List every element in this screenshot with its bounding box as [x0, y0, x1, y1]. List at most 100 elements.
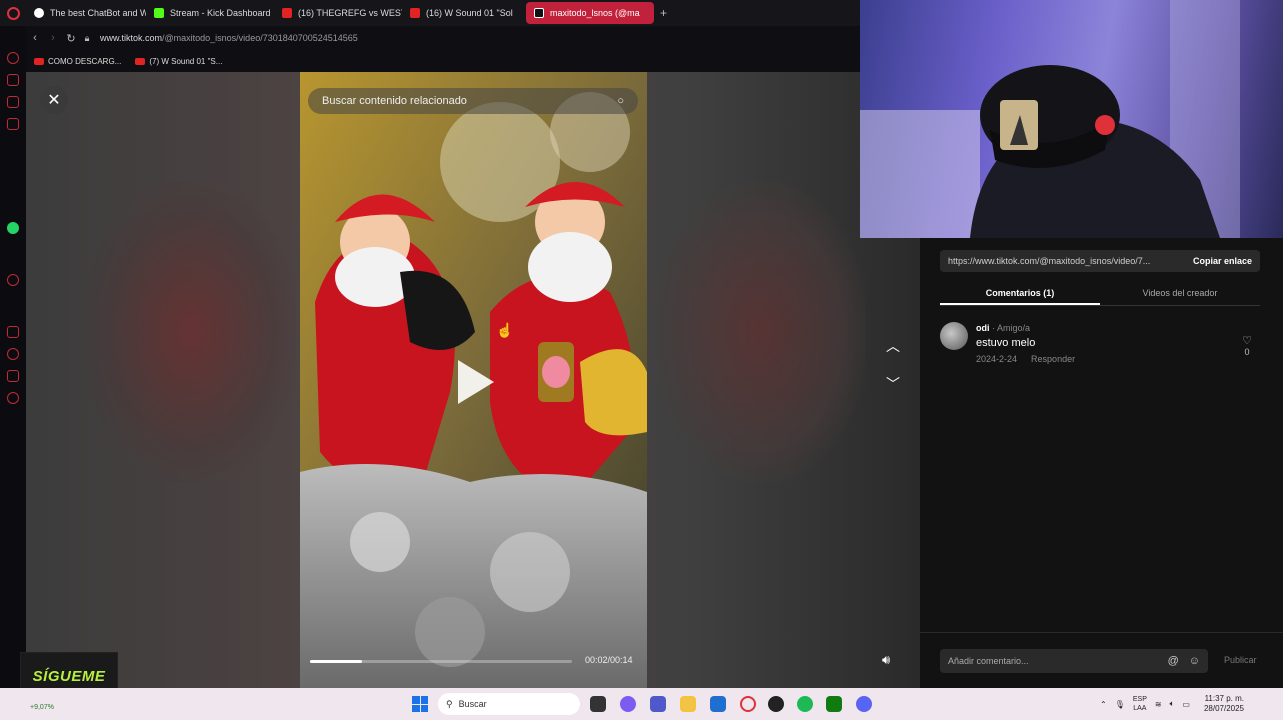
taskbar-search[interactable]: ⚲ Buscar [438, 693, 580, 715]
mention-icon[interactable]: @ [1168, 655, 1179, 667]
url-path: /@maxitodo_isnos/video/73018407005245145… [162, 33, 358, 43]
comment-item: odi · Amigo/a estuvo melo 2024-2-24 Resp… [940, 322, 1260, 372]
sidebar-wallet-icon[interactable] [7, 326, 19, 338]
obs-icon[interactable] [768, 696, 784, 712]
spotify-icon[interactable] [797, 696, 813, 712]
play-icon[interactable] [458, 360, 494, 404]
wifi-icon[interactable]: ≋ [1155, 700, 1162, 709]
tab-youtube-thegrefg[interactable]: (16) THEGREFG vs WEST [274, 2, 402, 24]
webcam-feed [860, 0, 1283, 238]
keyboard-layout: LAA [1133, 705, 1147, 712]
comment-input-placeholder: Añadir comentario... [948, 656, 1029, 666]
comments-panel: https://www.tiktok.com/@maxitodo_isnos/v… [920, 238, 1283, 688]
blurred-background [86, 182, 296, 482]
taskbar-search-label: Buscar [458, 699, 487, 709]
sidebar-history-icon[interactable] [7, 348, 19, 360]
tab-creator-videos[interactable]: Videos del creador [1100, 282, 1260, 305]
comment-username[interactable]: odi [976, 323, 990, 333]
comment-meta: 2024-2-24 Responder [976, 354, 1075, 364]
xbox-icon[interactable] [826, 696, 842, 712]
windows-taskbar: +9,07% ⚲ Buscar ⌃ 🎙︎ ESP LAA ≋ 🔈︎ ▭ 11:3 [0, 688, 1283, 720]
tab-favicon-icon [34, 8, 44, 18]
sidebar-whatsapp-icon[interactable] [7, 222, 19, 234]
stock-widget[interactable]: +9,07% [30, 704, 54, 711]
avatar[interactable] [940, 322, 968, 350]
video-progress-fill [310, 660, 363, 663]
editor-icon[interactable] [710, 696, 726, 712]
sidebar-bag-icon[interactable] [7, 74, 19, 86]
opera-logo-icon[interactable] [0, 0, 26, 26]
new-tab-button[interactable]: + [654, 6, 673, 20]
reload-icon[interactable]: ↻ [62, 32, 80, 45]
battery-icon[interactable]: ▭ [1182, 700, 1190, 709]
browser-sidebar [0, 26, 26, 688]
sidebar-extensions-icon[interactable] [7, 370, 19, 382]
tab-chatbot[interactable]: The best ChatBot and Wri [26, 2, 146, 24]
tab-tiktok-active[interactable]: maxitodo_lsnos (@ma [526, 2, 654, 24]
speaker-icon[interactable]: 🔈︎ [1170, 699, 1175, 709]
bookmark-label: COMO DESCARG... [48, 56, 122, 66]
tab-label: The best ChatBot and Wri [50, 8, 146, 18]
video-time: 00:02/00:14 [585, 655, 633, 665]
browser-tab-bar: The best ChatBot and Wri Stream - Kick D… [0, 0, 860, 26]
language-code: ESP [1132, 696, 1147, 703]
publish-button[interactable]: Publicar [1224, 655, 1257, 665]
heart-icon[interactable]: ♡ [1242, 335, 1252, 347]
file-explorer-icon[interactable] [680, 696, 696, 712]
emoji-icon[interactable]: ☺ [1189, 655, 1200, 667]
kick-favicon-icon [154, 8, 164, 18]
search-icon[interactable]: ○ [617, 95, 624, 107]
reply-button[interactable]: Responder [1031, 354, 1075, 364]
tiktok-favicon-icon [534, 8, 544, 18]
tab-label: maxitodo_lsnos (@ma [550, 8, 640, 18]
sidebar-arrow-icon[interactable] [7, 170, 19, 182]
sidebar-twitch-icon[interactable] [7, 96, 19, 108]
url-field[interactable]: www.tiktok.com/@maxitodo_isnos/video/730… [100, 33, 358, 43]
tab-comments[interactable]: Comentarios (1) [940, 282, 1100, 305]
language-indicator[interactable]: ESP LAA [1133, 695, 1147, 713]
system-tray: ⌃ 🎙︎ ESP LAA ≋ 🔈︎ ▭ 11:37 p. m. 28/07/20… [1100, 688, 1244, 720]
webcam-image [860, 0, 1240, 238]
opera-taskbar-icon[interactable] [740, 696, 756, 712]
comment-relation: · Amigo/a [989, 323, 1031, 333]
comment-author[interactable]: odi · Amigo/a [976, 323, 1030, 333]
tab-label: Stream - Kick Dashboard [170, 8, 271, 18]
close-video-button[interactable]: ✕ [40, 86, 68, 114]
microphone-icon[interactable]: 🎙︎ [1115, 700, 1125, 709]
screen: The best ChatBot and Wri Stream - Kick D… [0, 0, 1283, 720]
copilot-icon[interactable] [620, 696, 636, 712]
tab-youtube-wsound[interactable]: (16) W Sound 01 "Sol [402, 2, 526, 24]
clock[interactable]: 11:37 p. m. 28/07/2025 [1204, 694, 1244, 714]
discord-icon[interactable] [856, 696, 872, 712]
youtube-favicon-icon [282, 8, 292, 18]
next-video-button[interactable]: ﹀ [878, 370, 908, 398]
back-arrow-icon[interactable]: ‹ [26, 32, 44, 44]
forward-arrow-icon[interactable]: › [44, 32, 62, 44]
video-progress-bar[interactable] [310, 660, 572, 663]
task-view-icon[interactable] [590, 696, 606, 712]
chevron-up-icon[interactable]: ⌃ [1100, 700, 1107, 709]
previous-video-button[interactable]: ︿ [878, 332, 908, 360]
sidebar-settings-icon[interactable] [7, 392, 19, 404]
related-search-field[interactable]: Buscar contenido relacionado ○ [308, 88, 638, 114]
share-url[interactable]: https://www.tiktok.com/@maxitodo_isnos/v… [948, 256, 1150, 266]
volume-icon[interactable]: 🔊︎ [882, 652, 890, 668]
youtube-icon [135, 57, 146, 65]
tab-kick-dashboard[interactable]: Stream - Kick Dashboard [146, 2, 274, 24]
comment-input[interactable]: Añadir comentario... @ ☺ [940, 649, 1208, 673]
bookmark-item[interactable]: COMO DESCARG... [34, 57, 121, 66]
mouse-cursor-icon: ☝ [496, 322, 514, 338]
comment-like[interactable]: ♡ 0 [1242, 334, 1252, 357]
comment-composer: Añadir comentario... @ ☺ Publicar [920, 632, 1283, 688]
windows-start-icon[interactable] [412, 696, 428, 712]
copy-link-button[interactable]: Copiar enlace [1193, 256, 1252, 266]
panel-tabs: Comentarios (1) Videos del creador [940, 282, 1260, 306]
youtube-favicon-icon [410, 8, 420, 18]
bookmark-item[interactable]: (7) W Sound 01 "S... [135, 57, 222, 66]
like-count: 0 [1244, 347, 1250, 357]
sidebar-aria-icon[interactable] [7, 52, 19, 64]
sidebar-instagram-icon[interactable] [7, 118, 19, 130]
sidebar-player-icon[interactable] [7, 274, 19, 286]
teams-icon[interactable] [650, 696, 666, 712]
clock-time: 11:37 p. m. [1204, 694, 1244, 703]
